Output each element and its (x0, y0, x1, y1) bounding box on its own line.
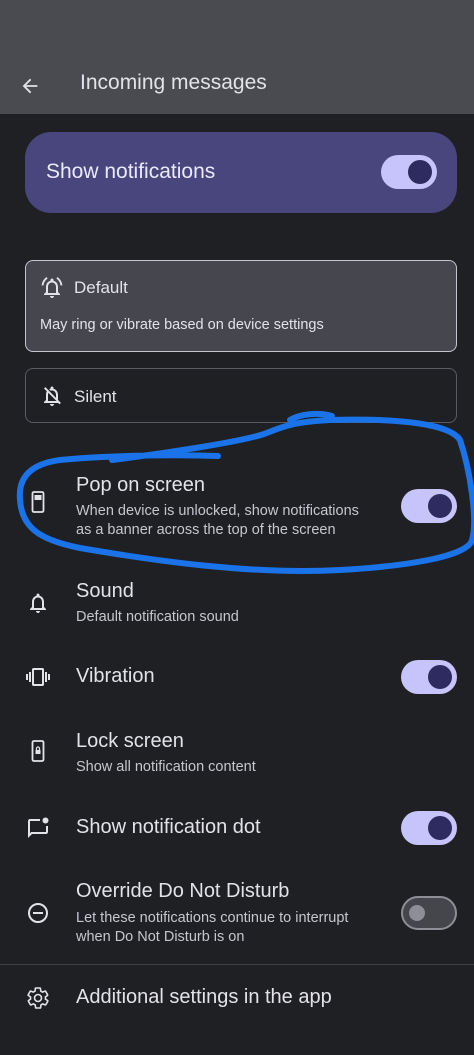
override-dnd-subtitle: Let these notifications continue to inte… (76, 910, 349, 945)
pop-on-screen-title: Pop on screen (76, 474, 205, 496)
option-default[interactable]: Default May ring or vibrate based on dev… (25, 260, 457, 352)
option-silent-title: Silent (74, 387, 117, 406)
pop-on-screen-subtitle: When device is unlocked, show notificati… (76, 503, 359, 538)
show-notifications-toggle[interactable] (381, 155, 437, 189)
pop-on-screen-toggle[interactable] (401, 489, 457, 523)
option-default-title: Default (74, 278, 128, 297)
override-dnd-toggle[interactable] (401, 896, 457, 930)
vibration-row[interactable]: Vibration (0, 655, 474, 699)
option-default-description: May ring or vibrate based on device sett… (40, 317, 324, 333)
bell-off-icon (44, 386, 61, 406)
sound-row[interactable]: Sound Default notification sound (0, 575, 474, 635)
back-button[interactable] (10, 66, 50, 106)
vibration-icon (26, 668, 50, 686)
lock-screen-title: Lock screen (76, 730, 184, 752)
phone-banner-icon (31, 491, 45, 513)
override-dnd-row[interactable]: Override Do Not Disturb Let these notifi… (0, 877, 474, 949)
show-notifications-label: Show notifications (46, 160, 216, 183)
additional-settings-title: Additional settings in the app (76, 986, 332, 1008)
app-bar: Incoming messages (0, 58, 474, 114)
sound-title: Sound (76, 580, 134, 602)
override-dnd-title: Override Do Not Disturb (76, 880, 290, 902)
notification-dot-row[interactable]: Show notification dot (0, 806, 474, 850)
sound-subtitle: Default notification sound (76, 609, 239, 625)
lock-screen-subtitle: Show all notification content (76, 759, 256, 775)
bell-icon (30, 593, 46, 613)
show-notifications-card[interactable]: Show notifications (25, 132, 457, 213)
dnd-minus-icon (28, 903, 48, 923)
vibration-title: Vibration (76, 665, 155, 687)
status-bar (0, 0, 474, 58)
bell-icon (41, 277, 63, 298)
option-silent[interactable]: Silent (25, 368, 457, 423)
pop-on-screen-row[interactable]: Pop on screen When device is unlocked, s… (0, 470, 474, 550)
notification-dot-title: Show notification dot (76, 816, 261, 838)
gear-icon (27, 987, 49, 1009)
divider (0, 964, 474, 965)
chat-dot-icon (28, 817, 49, 838)
back-arrow-icon (22, 78, 38, 94)
page-title: Incoming messages (80, 71, 267, 94)
lock-phone-icon (31, 740, 45, 762)
notification-dot-toggle[interactable] (401, 811, 457, 845)
lock-screen-row[interactable]: Lock screen Show all notification conten… (0, 727, 474, 787)
vibration-toggle[interactable] (401, 660, 457, 694)
additional-settings-row[interactable]: Additional settings in the app (0, 978, 474, 1022)
